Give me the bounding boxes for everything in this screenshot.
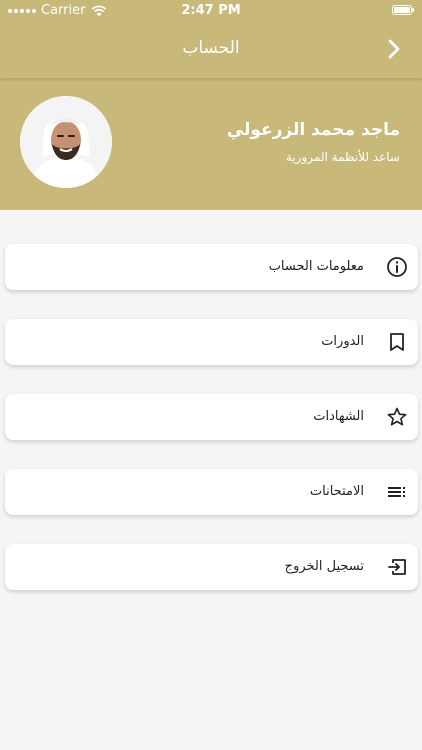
profile-role: ساعد للأنظمة المرورية: [285, 150, 400, 164]
menu-item-label: الشهادات: [313, 409, 364, 424]
star-icon: [387, 407, 407, 426]
menu-item-label: معلومات الحساب: [268, 259, 364, 274]
avatar-photo: [20, 96, 112, 188]
avatar: [20, 96, 112, 188]
status-bar: Carrier 2:47 PM: [0, 0, 422, 22]
menu-item-label: الامتحانات: [309, 484, 364, 499]
battery-icon: [392, 5, 414, 15]
navigation-bar: الحساب: [0, 22, 422, 78]
menu-item-label: تسجيل الخروج: [284, 559, 364, 574]
menu-item-account-info[interactable]: معلومات الحساب: [5, 244, 418, 290]
bookmark-icon: [390, 333, 404, 351]
menu-item-courses[interactable]: الدورات: [5, 319, 418, 365]
menu-item-certificates[interactable]: الشهادات: [5, 394, 418, 440]
menu-item-label: الدورات: [321, 334, 364, 349]
account-menu: معلومات الحساب الدورات الشهادات الامتحان…: [5, 244, 418, 619]
profile-header: ماجد محمد الزرعولي ساعد للأنظمة المرورية: [0, 78, 422, 210]
info-icon: [387, 257, 407, 277]
status-time: 2:47 PM: [181, 3, 241, 18]
page-title: الحساب: [182, 38, 240, 58]
logout-icon: [388, 559, 406, 575]
list-icon: [388, 487, 405, 497]
chevron-right-icon[interactable]: [384, 38, 404, 60]
menu-item-logout[interactable]: تسجيل الخروج: [5, 544, 418, 590]
menu-item-exams[interactable]: الامتحانات: [5, 469, 418, 515]
profile-name: ماجد محمد الزرعولي: [226, 120, 400, 140]
